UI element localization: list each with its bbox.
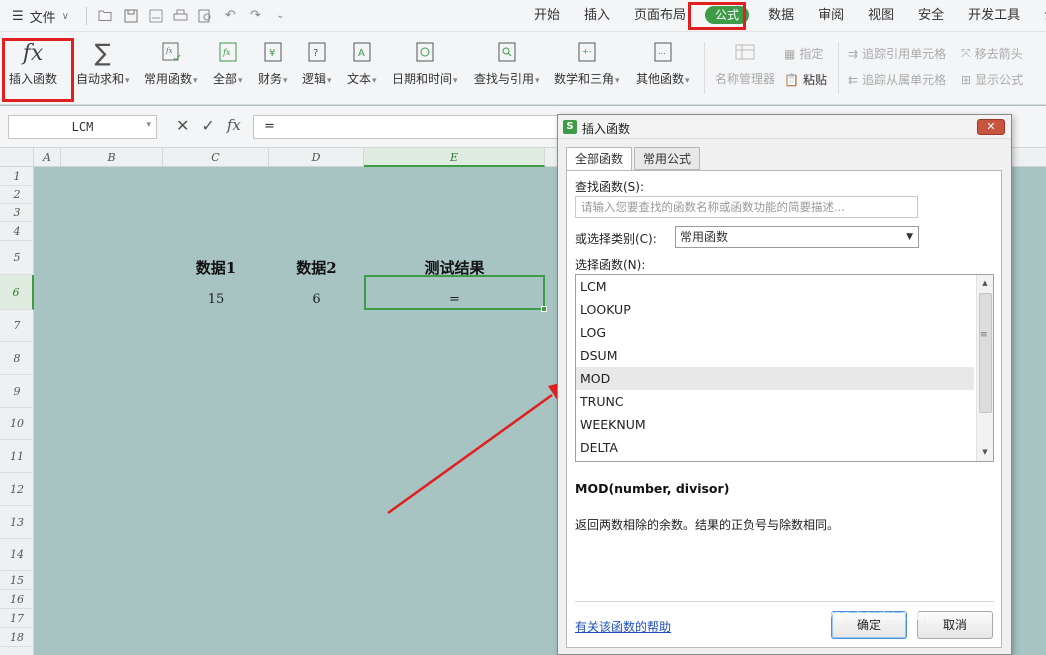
chevron-down-icon: ▼ [906,232,913,242]
category-label: 或选择类别(C): [575,232,657,246]
dialog-title-bar[interactable]: S 插入函数 ✕ [558,115,1011,139]
wps-sheet-logo-icon: S [563,120,577,134]
dialog-divider [575,601,994,602]
list-item[interactable]: LOOKUP [576,298,974,321]
close-icon[interactable]: ✕ [977,119,1005,135]
scroll-down-icon[interactable]: ▼ [977,444,993,461]
search-function-input[interactable]: 请输入您要查找的函数名称或函数功能的简要描述... [575,196,918,218]
baidu-watermark-logo: Bai 经验 [800,549,963,593]
tab-common-formulas[interactable]: 常用公式 [634,147,701,170]
list-item[interactable]: LOG [576,321,974,344]
dialog-tabs: 全部函数 常用公式 [566,147,702,171]
function-list[interactable]: LCM LOOKUP LOG DSUM MOD TRUNC WEEKNUM DE… [575,274,994,462]
list-item[interactable]: WEEKNUM [576,413,974,436]
function-description: 返回两数相除的余数。结果的正负号与除数相同。 [575,518,840,532]
list-item[interactable]: DSUM [576,344,974,367]
tab-all-functions[interactable]: 全部函数 [566,147,633,171]
scrollbar-thumb[interactable] [979,293,992,413]
function-signature: MOD(number, divisor) [575,481,730,496]
grip-icon: ≡ [980,330,988,340]
search-function-label: 查找函数(S): [575,180,645,194]
dialog-title: 插入函数 [582,122,631,136]
baidu-watermark-url: jingyan.baidu.com [800,608,930,624]
scroll-up-icon[interactable]: ▲ [977,275,993,292]
list-item-selected[interactable]: MOD [576,367,974,390]
list-item[interactable]: TRUNC [576,390,974,413]
list-item[interactable]: LCM [576,275,974,298]
list-item[interactable]: DELTA [576,436,974,459]
list-scrollbar[interactable]: ▲ ≡ ▼ [976,275,993,461]
select-function-label: 选择函数(N): [575,258,646,272]
category-select-value: 常用函数 [680,230,729,244]
category-select[interactable]: 常用函数 ▼ [675,226,919,248]
function-help-link[interactable]: 有关该函数的帮助 [575,618,671,635]
